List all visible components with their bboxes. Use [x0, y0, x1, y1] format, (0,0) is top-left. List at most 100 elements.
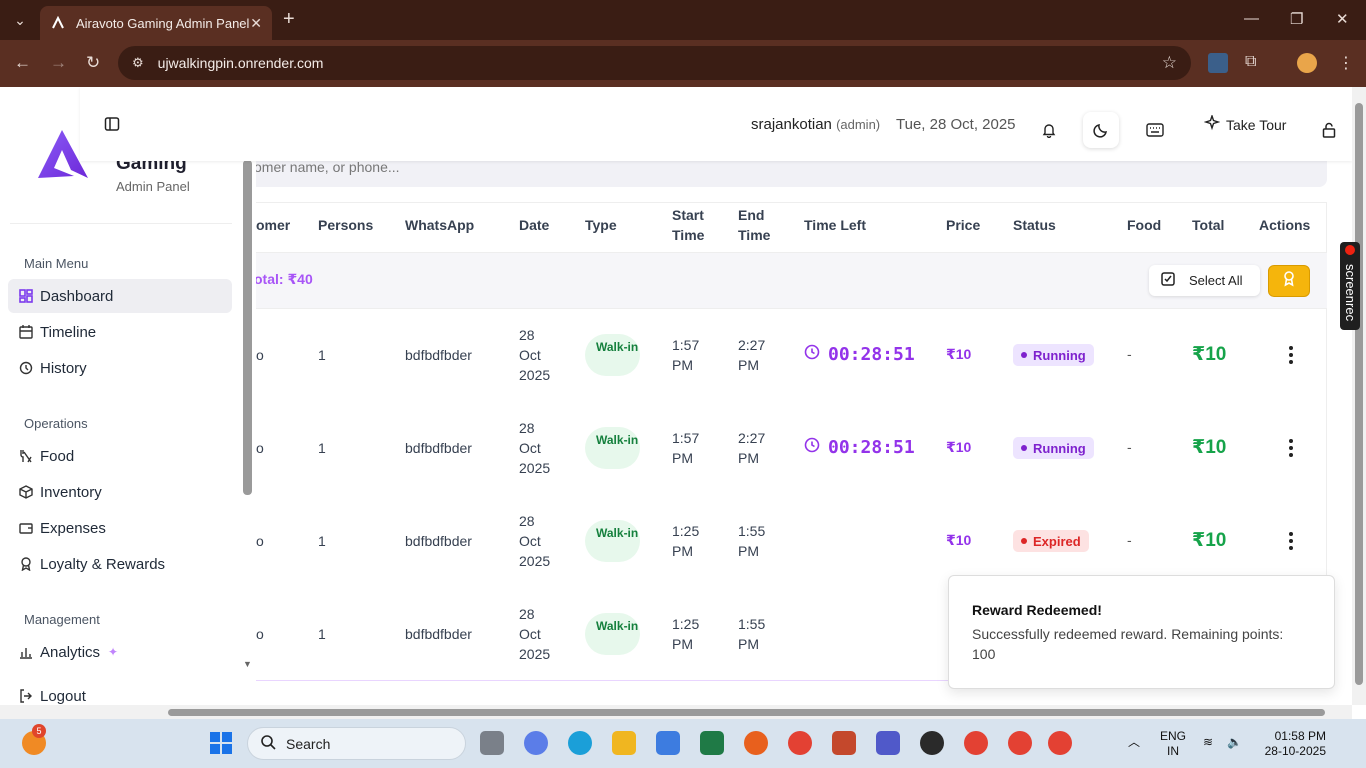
redeem-reward-button[interactable]	[1268, 265, 1310, 297]
dark-mode-moon-icon[interactable]	[1083, 112, 1119, 148]
top-header: srajankotian (admin) Tue, 28 Oct, 2025 T…	[80, 87, 1352, 161]
close-tab-icon[interactable]: ✕	[250, 15, 262, 32]
lock-icon[interactable]	[1311, 112, 1347, 148]
teams-icon[interactable]	[876, 731, 900, 755]
tab-search-button[interactable]: ⌄	[8, 8, 32, 32]
cell-food: -	[1127, 346, 1132, 362]
sidebar-item-dashboard[interactable]: Dashboard	[8, 279, 232, 313]
sidebar-item-analytics[interactable]: Analytics ✦	[8, 635, 232, 669]
scrollbar-thumb[interactable]	[168, 709, 1325, 716]
sidebar-item-label: Expenses	[40, 519, 106, 537]
extension-icon[interactable]	[1208, 53, 1228, 73]
page-vertical-scrollbar[interactable]	[1352, 87, 1366, 705]
select-all-button[interactable]: Select All	[1149, 265, 1260, 296]
type-badge: Walk-in	[585, 613, 640, 655]
forward-arrow-icon[interactable]: →	[50, 53, 67, 73]
reload-icon[interactable]: ↻	[86, 53, 100, 73]
screenrec-widget[interactable]: screenrec	[1340, 242, 1360, 330]
chrome-other-profile-icon[interactable]	[1048, 731, 1072, 755]
address-toolbar: ← → ↻ ⚙ ujwalkingpin.onrender.com ☆ ⧉ ⋮	[0, 40, 1366, 87]
cell-food: -	[1127, 439, 1132, 455]
volume-icon[interactable]: 🔈	[1227, 735, 1242, 750]
profile-avatar[interactable]	[1297, 53, 1317, 73]
sidebar-item-label: Loyalty & Rewards	[40, 555, 166, 573]
url-bar[interactable]: ⚙ ujwalkingpin.onrender.com ☆	[118, 46, 1191, 80]
sidebar-item-label: History	[40, 359, 87, 377]
sidebar-scrollbar[interactable]	[243, 160, 252, 495]
status-label: Expired	[1033, 533, 1081, 549]
sidebar-item-inventory[interactable]: Inventory	[8, 475, 232, 509]
new-tab-button[interactable]: +	[283, 9, 295, 29]
sidebar-item-logout[interactable]: Logout	[8, 679, 232, 705]
column-header-status: Status	[1013, 217, 1056, 233]
clock-date: 28-10-2025	[1264, 744, 1326, 758]
cell-persons: 1	[318, 440, 326, 456]
cell-persons: 1	[318, 533, 326, 549]
speedtest-icon[interactable]	[920, 731, 944, 755]
row-actions-menu-icon[interactable]	[1286, 531, 1296, 551]
sparkle-icon: ✦	[108, 645, 119, 659]
search-input[interactable]: omer name, or phone...	[256, 159, 400, 175]
chrome-profile-icon[interactable]	[964, 731, 988, 755]
clock[interactable]: 01:58 PM 28-10-2025	[1258, 729, 1326, 759]
sidebar-item-loyalty-rewards[interactable]: Loyalty & Rewards	[8, 547, 232, 581]
chrome-icon[interactable]	[788, 731, 812, 755]
task-view-icon[interactable]	[480, 731, 504, 755]
edge-icon[interactable]	[568, 731, 592, 755]
restore-icon[interactable]: ❐	[1290, 10, 1303, 28]
bookmark-star-icon[interactable]: ☆	[1162, 53, 1177, 73]
keyboard-icon[interactable]	[1137, 112, 1173, 148]
cell-whatsapp: bdfbdfbder	[405, 347, 472, 363]
cell-end-time: 1:55 PM	[738, 616, 766, 652]
column-header-end-time: End Time	[738, 207, 771, 243]
back-arrow-icon[interactable]: ←	[14, 53, 31, 73]
sidebar-item-food[interactable]: Food	[8, 439, 232, 473]
sidebar-item-history[interactable]: History	[8, 351, 232, 385]
brand-subtitle: Admin Panel	[116, 179, 190, 194]
username: srajankotian	[751, 116, 832, 133]
sidebar-item-expenses[interactable]: Expenses	[8, 511, 232, 545]
cell-customer: o	[256, 626, 264, 642]
row-actions-menu-icon[interactable]	[1286, 438, 1296, 458]
browser-tab[interactable]: Airavoto Gaming Admin Panel ✕	[40, 6, 272, 40]
puzzle-icon[interactable]: ⧉	[1245, 53, 1265, 73]
take-tour-button[interactable]: Take Tour	[1203, 113, 1286, 134]
taskbar-search[interactable]: Search	[247, 727, 466, 760]
cell-persons: 1	[318, 626, 326, 642]
language-indicator[interactable]: ENG IN	[1160, 729, 1186, 759]
file-explorer-icon[interactable]	[612, 731, 636, 755]
windows-start-icon[interactable]	[209, 731, 233, 755]
sidebar-toggle-icon[interactable]	[104, 116, 120, 137]
calendar-icon	[18, 324, 34, 340]
column-header-type: Type	[585, 217, 617, 233]
excel-icon[interactable]	[700, 731, 724, 755]
scrollbar-thumb[interactable]	[1355, 103, 1363, 685]
firefox-icon[interactable]	[744, 731, 768, 755]
group-total: otal: ₹40	[256, 271, 313, 287]
cell-date: 28 Oct 2025	[519, 327, 551, 383]
page-favicon-icon	[50, 15, 66, 31]
bell-icon[interactable]	[1031, 112, 1067, 148]
show-hidden-icons-chevron-icon[interactable]: ︿	[1128, 735, 1140, 750]
time-left-value: 00:28:51	[828, 437, 915, 458]
row-actions-menu-icon[interactable]	[1286, 345, 1296, 365]
chart-icon	[18, 644, 34, 660]
page-horizontal-scrollbar[interactable]	[0, 705, 1352, 719]
award-icon	[1282, 270, 1296, 292]
close-window-icon[interactable]: ✕	[1336, 10, 1349, 28]
type-badge: Walk-in	[585, 334, 640, 376]
browser-menu-icon[interactable]: ⋮	[1338, 53, 1358, 73]
status-dot	[1021, 352, 1027, 358]
wifi-icon[interactable]: ≋	[1203, 735, 1213, 750]
copilot-icon[interactable]	[524, 731, 548, 755]
current-date: Tue, 28 Oct, 2025	[896, 116, 1016, 133]
sidebar-item-timeline[interactable]: Timeline	[8, 315, 232, 349]
powerpoint-icon[interactable]	[832, 731, 856, 755]
dashboard-icon	[18, 288, 34, 304]
scroll-down-arrow-icon[interactable]: ▼	[243, 659, 252, 669]
store-icon[interactable]	[656, 731, 680, 755]
site-info-icon[interactable]: ⚙	[132, 55, 144, 71]
minimize-icon[interactable]: —	[1244, 10, 1259, 27]
section-title-management: Management	[24, 612, 100, 627]
chrome-active-icon[interactable]	[1008, 731, 1032, 755]
